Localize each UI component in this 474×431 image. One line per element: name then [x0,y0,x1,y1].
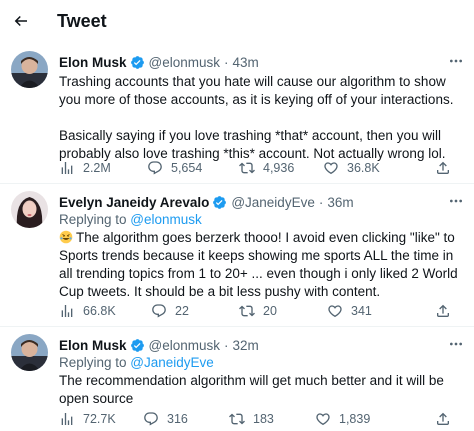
replying-to-label: Replying to [59,355,131,370]
avatar[interactable] [11,191,48,228]
share-button[interactable] [435,409,451,429]
tweet-timestamp[interactable]: 36m [327,195,353,210]
tweet-text-body: The algorithm goes berzerk thooo! I avoi… [59,230,458,299]
like-button[interactable]: 1,839 [315,409,370,429]
views-icon [61,162,73,174]
author-handle[interactable]: @elonmusk [149,55,220,70]
retweet-button[interactable]: 183 [229,409,274,429]
retweet-icon [239,162,255,174]
reply-button[interactable]: 5,654 [147,158,202,178]
likes-count: 1,839 [339,412,371,426]
share-button[interactable] [435,301,451,321]
retweet-button[interactable]: 20 [239,301,277,321]
views-icon [61,305,73,317]
share-icon [437,412,449,425]
separator: · [318,194,324,210]
separator: · [224,337,229,353]
more-icon[interactable] [446,192,466,210]
tweet-actions: 66.8K 22 20 341 [59,301,459,321]
tweet-timestamp[interactable]: 43m [233,55,259,70]
avatar[interactable] [11,334,48,371]
views-button[interactable]: 2.2M [59,158,111,178]
tweet-header: Elon Musk @elonmusk · 32m [59,336,466,354]
replying-to-label: Replying to [59,212,131,227]
likes-count: 36.8K [347,161,380,175]
top-bar: Tweet [0,0,474,44]
replying-to-link[interactable]: @elonmusk [130,212,201,227]
verified-badge-icon [130,55,145,70]
author-name[interactable]: Evelyn Janeidy Arevalo [59,195,209,210]
verified-badge-icon [130,338,145,353]
views-count: 66.8K [83,304,116,318]
tweet-text: The algorithm goes berzerk thooo! I avoi… [59,229,466,301]
replying-to-link[interactable]: @JaneidyEve [130,355,214,370]
reply-icon [148,161,162,175]
replies-count: 316 [167,412,188,426]
rofl-emoji-icon [59,230,73,244]
like-button[interactable]: 341 [327,301,372,321]
views-button[interactable]: 72.7K [59,409,116,429]
author-handle[interactable]: @JaneidyEve [231,195,315,210]
author-handle[interactable]: @elonmusk [149,338,220,353]
retweet-button[interactable]: 4,936 [239,158,294,178]
replies-count: 5,654 [171,161,203,175]
like-icon [328,305,342,318]
more-icon[interactable] [446,52,466,70]
replying-to: Replying to @JaneidyEve [59,354,466,372]
views-button[interactable]: 66.8K [59,301,116,321]
share-icon [437,304,449,317]
tweet-header: Elon Musk @elonmusk · 43m [59,53,466,71]
retweet-icon [229,413,245,425]
share-icon [437,161,449,174]
tweet-reply[interactable]: Elon Musk @elonmusk · 32m Replying to @J… [0,327,474,431]
like-icon [324,162,338,175]
separator: · [224,54,229,70]
tweet-actions: 2.2M 5,654 4,936 36.8K [59,158,459,178]
tweet-timestamp[interactable]: 32m [233,338,259,353]
retweets-count: 4,936 [263,161,295,175]
author-name[interactable]: Elon Musk [59,338,127,353]
replying-to: Replying to @elonmusk [59,211,466,229]
reply-button[interactable]: 22 [151,301,189,321]
author-name[interactable]: Elon Musk [59,55,127,70]
like-button[interactable]: 36.8K [323,158,380,178]
views-icon [61,413,73,425]
retweets-count: 20 [263,304,277,318]
likes-count: 341 [351,304,372,318]
tweet-actions: 72.7K 316 183 1,839 [59,409,459,429]
tweet-reply[interactable]: Evelyn Janeidy Arevalo @JaneidyEve · 36m… [0,184,474,326]
tweet-text: The recommendation algorithm will get mu… [59,373,444,406]
tweet-text: Trashing accounts that you hate will cau… [59,74,454,161]
more-icon[interactable] [446,335,466,353]
tweet-main[interactable]: Elon Musk @elonmusk · 43m Trashing accou… [0,44,474,184]
views-count: 72.7K [83,412,116,426]
views-count: 2.2M [83,161,111,175]
retweets-count: 183 [253,412,274,426]
arrow-left-icon [14,15,27,27]
verified-badge-icon [212,195,227,210]
reply-button[interactable]: 316 [143,409,188,429]
share-button[interactable] [435,158,451,178]
replies-count: 22 [175,304,189,318]
like-icon [316,413,330,426]
tweet-header: Evelyn Janeidy Arevalo @JaneidyEve · 36m [59,193,466,211]
reply-icon [144,412,158,426]
page-title: Tweet [57,11,107,31]
avatar[interactable] [11,51,48,88]
reply-icon [152,304,166,318]
retweet-icon [239,305,255,317]
back-button[interactable] [10,10,32,32]
